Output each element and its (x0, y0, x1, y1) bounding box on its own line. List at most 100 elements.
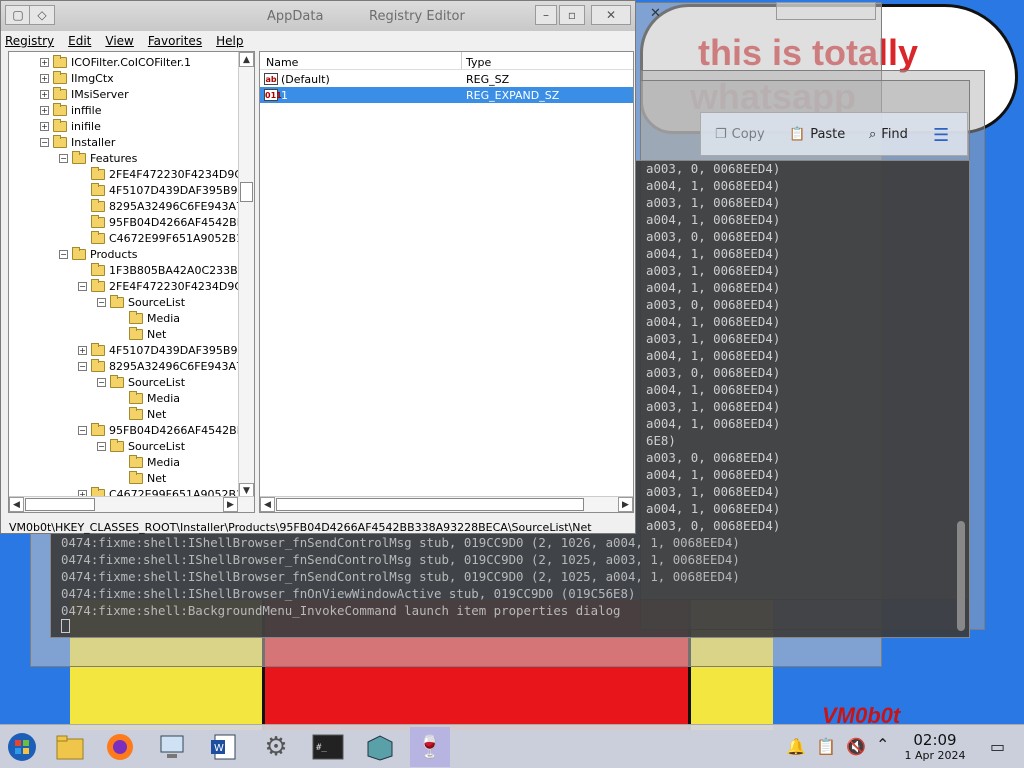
registry-title-bar[interactable]: ▢ ◇ AppData Registry Editor – ▫ ✕ (1, 1, 635, 31)
taskbar-package[interactable] (360, 727, 400, 767)
tree-item[interactable]: + IMsiServer (40, 86, 129, 102)
tree-vertical-scrollbar[interactable]: ▲ ▼ (238, 52, 254, 498)
tree-horizontal-scrollbar[interactable]: ◀ ▶ (9, 496, 254, 512)
tree-item-label: 2FE4F472230F4234D9C (109, 279, 243, 293)
value-row[interactable]: 011 1 REG_EXPAND_SZ (260, 87, 633, 103)
paste-button[interactable]: 📋 Paste (789, 127, 845, 142)
tree-item[interactable]: 8295A32496C6FE943A7 (78, 198, 243, 214)
tree-item[interactable]: − SourceList (97, 438, 185, 454)
menu-favorites[interactable]: Favorites (148, 34, 202, 52)
registry-values-list[interactable]: Name Type ab (Default) REG_SZ 011 1 REG_EXPAN… (259, 51, 634, 513)
taskbar-network[interactable] (152, 727, 192, 767)
column-header-type[interactable]: Type (466, 56, 491, 69)
tree-item[interactable]: + IImgCtx (40, 70, 114, 86)
tree-item[interactable]: Net (116, 470, 166, 486)
menu-view[interactable]: View (105, 34, 133, 52)
taskbar-firefox[interactable] (100, 727, 140, 767)
collapse-icon[interactable]: − (59, 153, 68, 163)
scroll-left-arrow-icon[interactable]: ◀ (9, 497, 24, 512)
tree-item[interactable]: Media (116, 310, 180, 326)
menu-registry[interactable]: Registry (5, 34, 54, 52)
tree-item[interactable]: − Features (59, 150, 137, 166)
taskbar-terminal[interactable]: #_ (308, 727, 348, 767)
tree-item[interactable]: − 95FB04D4266AF4542BE (78, 422, 244, 438)
tree-item[interactable]: + inffile (40, 102, 102, 118)
collapse-icon[interactable]: − (97, 377, 106, 387)
hamburger-menu-icon[interactable]: ☰ (933, 125, 949, 146)
ghost-window-controls[interactable] (776, 2, 876, 20)
expand-icon[interactable]: + (40, 57, 49, 67)
start-button[interactable] (2, 727, 42, 767)
terminal-scrollbar[interactable] (957, 521, 965, 631)
menu-edit[interactable]: Edit (68, 34, 91, 52)
minimize-button[interactable]: – (535, 5, 557, 25)
list-horizontal-scrollbar[interactable]: ◀ ▶ (260, 496, 633, 512)
collapse-icon[interactable]: − (78, 425, 87, 435)
folder-icon (129, 326, 143, 340)
terminal-fragment: a003, 0, 0068EED4) (646, 518, 781, 533)
tree-item[interactable]: − Installer (40, 134, 115, 150)
volume-muted-icon[interactable]: 🔇 (846, 737, 866, 756)
tree-item-label: Net (147, 407, 167, 421)
copy-button[interactable]: ❐ Copy (715, 127, 765, 142)
list-hscroll-thumb[interactable] (276, 498, 584, 511)
collapse-icon[interactable]: − (40, 137, 49, 147)
notification-bell-icon[interactable]: 🔔 (786, 737, 806, 756)
collapse-icon[interactable]: − (78, 281, 87, 291)
tree-item[interactable]: + ICOFilter.CoICOFilter.1 (40, 54, 191, 70)
terminal-fragment: a003, 0, 0068EED4) (646, 229, 781, 244)
tree-item[interactable]: 1F3B805BA42A0C233B0 (78, 262, 245, 278)
window-menu-icon[interactable]: ▢ (5, 5, 31, 25)
svg-text:#_: #_ (316, 743, 327, 753)
expand-icon[interactable]: + (40, 105, 49, 115)
tree-item[interactable]: − 8295A32496C6FE943A7 (78, 358, 243, 374)
tree-hscroll-thumb[interactable] (25, 498, 95, 511)
scroll-left-arrow-icon[interactable]: ◀ (260, 497, 275, 512)
folder-icon (53, 134, 67, 148)
close-button[interactable]: ✕ (591, 5, 631, 25)
column-header-name[interactable]: Name (266, 56, 298, 69)
clock[interactable]: 02:09 1 Apr 2024 (895, 731, 975, 762)
tree-item[interactable]: − 2FE4F472230F4234D9C (78, 278, 242, 294)
value-row[interactable]: ab (Default) REG_SZ (260, 71, 633, 87)
tree-item[interactable]: Net (116, 406, 166, 422)
find-button[interactable]: ⌕ Find (869, 127, 908, 142)
tree-item[interactable]: − SourceList (97, 294, 185, 310)
tree-item[interactable]: − Products (59, 246, 138, 262)
tree-item-label: Installer (71, 135, 116, 149)
taskbar-word[interactable]: W (204, 727, 244, 767)
tree-item[interactable]: Media (116, 390, 180, 406)
tree-item[interactable]: 95FB04D4266AF4542BE (78, 214, 244, 230)
collapse-icon[interactable]: − (78, 361, 87, 371)
scroll-right-arrow-icon[interactable]: ▶ (618, 497, 633, 512)
tree-item[interactable]: + inifile (40, 118, 101, 134)
tree-item[interactable]: 2FE4F472230F4234D9C (78, 166, 242, 182)
menu-help[interactable]: Help (216, 34, 243, 52)
collapse-icon[interactable]: − (97, 441, 106, 451)
scroll-up-arrow-icon[interactable]: ▲ (239, 52, 254, 67)
expand-icon[interactable]: + (40, 121, 49, 131)
tree-scroll-thumb[interactable] (240, 182, 253, 202)
collapse-icon[interactable]: − (59, 249, 68, 259)
tree-item[interactable]: − SourceList (97, 374, 185, 390)
expand-icon[interactable]: + (78, 345, 87, 355)
registry-tree[interactable]: + ICOFilter.CoICOFilter.1 + IImgCtx + IMsiSer… (8, 51, 255, 513)
tree-item[interactable]: 4F5107D439DAF395B93 (78, 182, 244, 198)
ghost-close-icon[interactable]: ✕ (650, 6, 661, 21)
tree-item[interactable]: C4672E99F651A9052B1 (78, 230, 243, 246)
clipboard-icon[interactable]: 📋 (816, 737, 836, 756)
tree-item[interactable]: +4F5107D439DAF395B93 (78, 342, 244, 358)
tree-item[interactable]: Media (116, 454, 180, 470)
expand-icon[interactable]: + (40, 73, 49, 83)
tree-item[interactable]: Net (116, 326, 166, 342)
app-icon[interactable]: ◇ (29, 5, 55, 25)
taskbar-wine[interactable]: 🍷 (410, 727, 450, 767)
taskbar-settings[interactable]: ⚙ (256, 727, 296, 767)
collapse-icon[interactable]: − (97, 297, 106, 307)
scroll-right-arrow-icon[interactable]: ▶ (223, 497, 238, 512)
chevron-up-icon[interactable]: ⌃ (876, 735, 889, 754)
taskbar-file-manager[interactable] (50, 727, 90, 767)
maximize-button[interactable]: ▫ (559, 5, 585, 25)
expand-icon[interactable]: + (40, 89, 49, 99)
show-desktop-icon[interactable]: ▭ (990, 737, 1005, 756)
